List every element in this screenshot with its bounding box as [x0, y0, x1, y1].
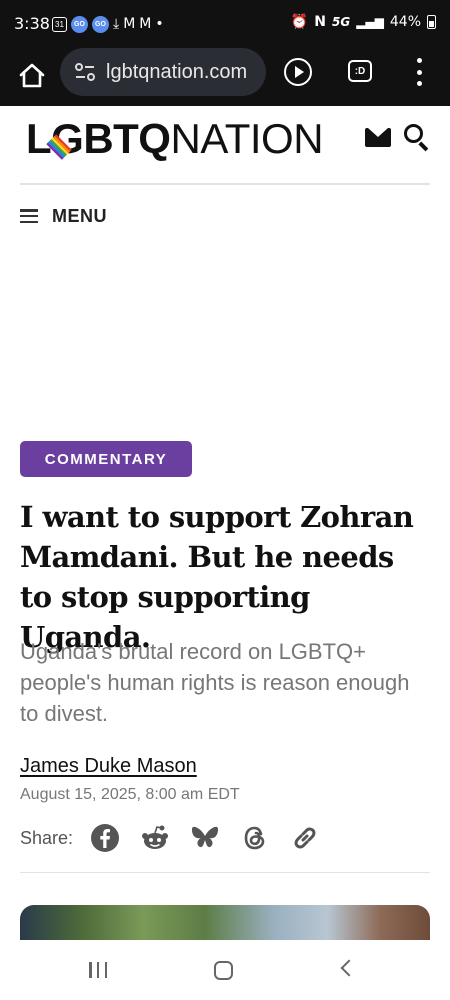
search-icon[interactable] [404, 124, 430, 152]
battery-icon [427, 15, 436, 29]
menu-button[interactable]: MENU [20, 204, 107, 228]
signal-icon: ▂▄▆ [356, 15, 384, 29]
home-button[interactable] [14, 58, 50, 94]
nfc-icon: N [314, 14, 326, 30]
status-time: 3:38 [14, 14, 50, 33]
mail-icon[interactable] [365, 128, 391, 147]
recent-apps-button[interactable] [89, 962, 107, 978]
network-label: 5G [331, 15, 351, 29]
notification-icons: 31 GO GO ⤓ M M • [52, 15, 164, 33]
gmail-icon: M [139, 16, 152, 32]
facebook-icon[interactable] [89, 822, 121, 854]
article-dek: Uganda's brutal record on LGBTQ+ people'… [20, 639, 410, 726]
logo-light-text: NATION [170, 115, 324, 162]
calendar-icon: 31 [52, 16, 67, 32]
play-button[interactable] [284, 58, 312, 86]
menu-label: MENU [52, 205, 107, 226]
battery-percent: 44% [389, 14, 421, 30]
alarm-icon: ⏰ [290, 14, 309, 30]
article-hero-image[interactable] [20, 905, 430, 940]
publish-date: August 15, 2025, 8:00 am EDT [20, 786, 240, 803]
header-divider [20, 183, 430, 185]
bluesky-icon[interactable] [189, 822, 221, 854]
browser-toolbar: lgbtqnation.com :D [0, 48, 450, 106]
gmail-icon: M [123, 16, 136, 32]
share-bar: Share: [20, 820, 339, 856]
dot-icon: • [155, 16, 164, 32]
site-settings-icon[interactable] [74, 61, 96, 83]
home-nav-button[interactable] [214, 961, 233, 980]
system-nav-bar [0, 940, 450, 1000]
reddit-icon[interactable] [139, 822, 171, 854]
system-icons: ⏰ N 5G ▂▄▆ 44% [291, 14, 436, 30]
share-label: Share: [20, 827, 74, 848]
logo-bold-text: LGBTQ [26, 115, 171, 162]
url-text: lgbtqnation.com [106, 60, 248, 83]
share-divider [20, 872, 430, 873]
threads-icon[interactable] [239, 822, 271, 854]
site-logo[interactable]: LGBTQNATION [26, 115, 324, 162]
address-bar[interactable]: lgbtqnation.com [60, 48, 266, 96]
back-button[interactable] [340, 959, 358, 977]
article-headline: I want to support Zohran Mamdani. But he… [20, 500, 414, 654]
status-bar: 3:38 31 GO GO ⤓ M M • ⏰ N 5G ▂▄▆ 44% [0, 0, 450, 48]
download-icon: ⤓ [113, 16, 120, 32]
browser-menu-button[interactable] [414, 58, 424, 86]
go-icon: GO [71, 15, 88, 33]
category-badge[interactable]: COMMENTARY [20, 441, 192, 477]
home-icon [19, 63, 45, 88]
author-link[interactable]: James Duke Mason [20, 755, 197, 778]
link-icon[interactable] [289, 822, 321, 854]
hamburger-icon [20, 209, 38, 223]
tabs-button[interactable]: :D [348, 60, 372, 82]
go-icon: GO [92, 15, 109, 33]
